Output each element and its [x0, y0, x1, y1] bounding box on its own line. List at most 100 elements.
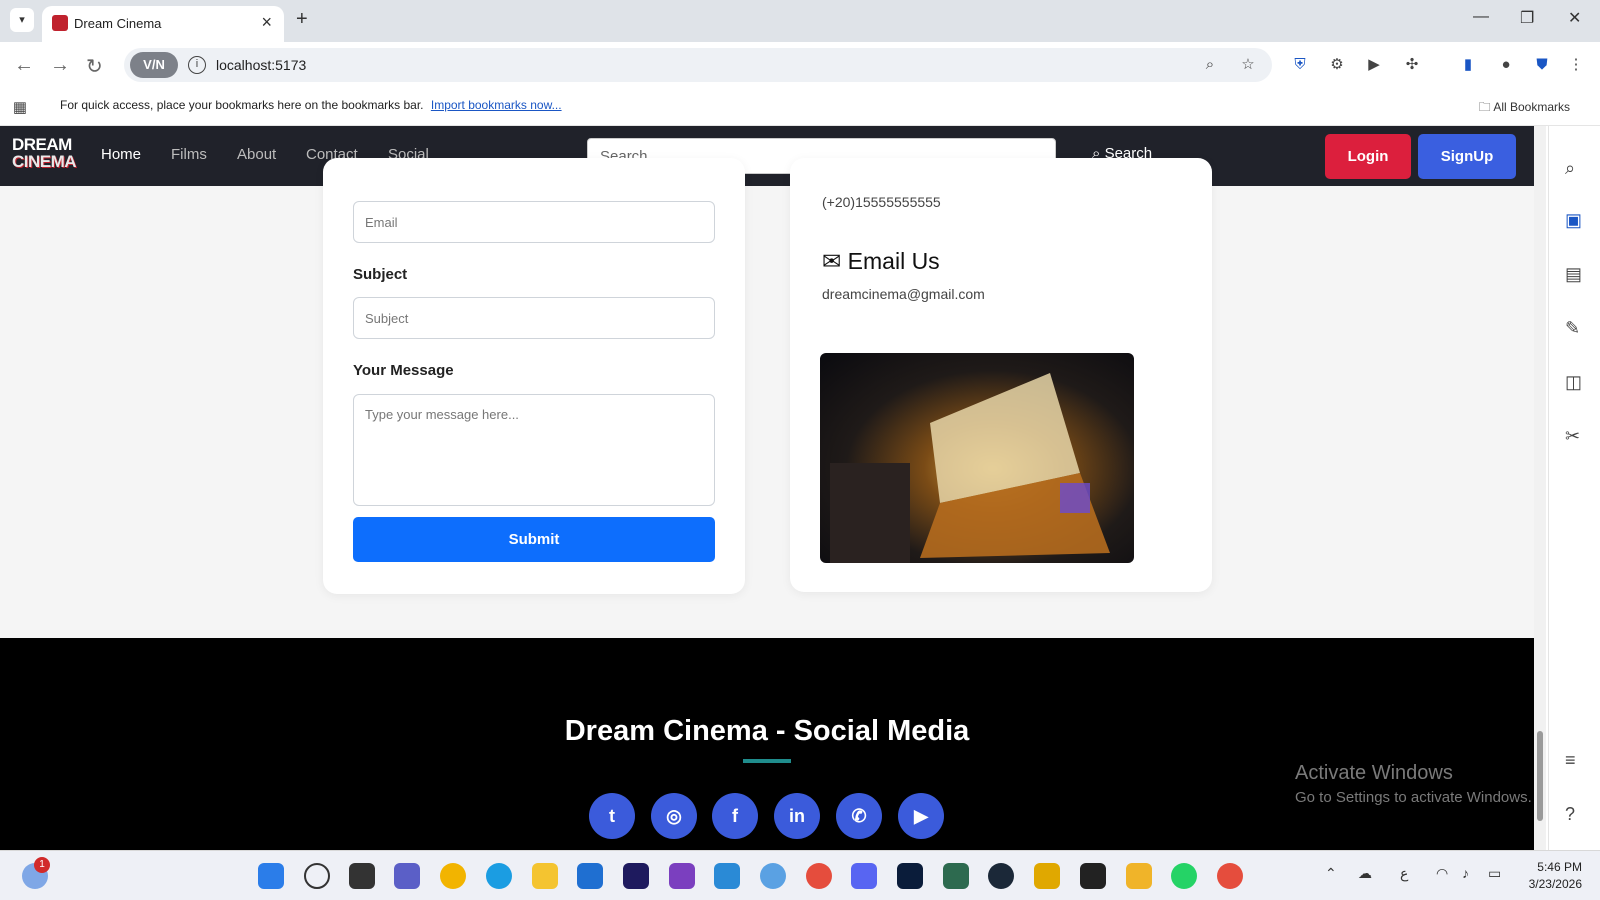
phone-number: (+20)15555555555: [822, 194, 941, 210]
vpn-badge[interactable]: V/N: [130, 52, 178, 78]
side-help-icon[interactable]: ?: [1565, 804, 1575, 825]
tab-title: Dream Cinema: [74, 16, 162, 31]
side-search-icon[interactable]: ⌕: [1565, 158, 1575, 179]
clock-time: 5:46 PM: [1537, 860, 1582, 874]
reload-icon[interactable]: ↻: [86, 54, 103, 79]
volume-icon[interactable]: ♪: [1462, 865, 1469, 881]
nav-about[interactable]: About: [237, 146, 276, 163]
visual-studio-icon[interactable]: [669, 863, 695, 889]
close-window-icon[interactable]: ✕: [1568, 8, 1581, 28]
subject-field[interactable]: [353, 297, 715, 339]
apps-grid-icon[interactable]: ▦: [10, 98, 30, 118]
vscode-icon[interactable]: [714, 863, 740, 889]
contact-form-card: Subject Your Message Submit: [323, 158, 745, 594]
activate-subtitle: Go to Settings to activate Windows.: [1295, 789, 1532, 806]
extension-shield-icon[interactable]: ⛨: [1290, 55, 1310, 75]
app-icon-2[interactable]: [943, 863, 969, 889]
site-logo[interactable]: DREAM CINEMA: [12, 135, 77, 171]
nav-films[interactable]: Films: [171, 146, 207, 163]
restore-icon[interactable]: ❐: [1520, 8, 1534, 28]
whatsapp-app-icon[interactable]: [1171, 863, 1197, 889]
extensions-puzzle-icon[interactable]: ✣: [1402, 55, 1422, 75]
whatsapp-icon[interactable]: ✆: [836, 793, 882, 839]
linkedin-icon[interactable]: in: [774, 793, 820, 839]
tab-list-button[interactable]: ▾: [10, 8, 34, 32]
teams-icon[interactable]: [394, 863, 420, 889]
start-icon[interactable]: [258, 863, 284, 889]
app-icon-4[interactable]: [1126, 863, 1152, 889]
cinema-photo: [820, 353, 1134, 563]
facebook-icon[interactable]: f: [712, 793, 758, 839]
steam-icon[interactable]: [988, 863, 1014, 889]
battery-icon[interactable]: ▭: [1488, 865, 1501, 882]
signup-button[interactable]: SignUp: [1418, 134, 1516, 179]
premiere-icon[interactable]: [623, 863, 649, 889]
app-icon[interactable]: [760, 863, 786, 889]
onedrive-icon[interactable]: ☁: [1358, 865, 1372, 882]
web-page: DREAM CINEMA Home Films About Contact So…: [0, 126, 1534, 850]
page-scrollbar[interactable]: [1534, 126, 1546, 850]
browser-tab[interactable]: Dream Cinema ×: [42, 6, 284, 42]
side-games-icon[interactable]: ◫: [1565, 372, 1582, 393]
footer-divider: [743, 759, 791, 763]
discord-icon[interactable]: [851, 863, 877, 889]
forward-icon[interactable]: →: [50, 54, 70, 77]
email-address: dreamcinema@gmail.com: [822, 286, 985, 302]
chrome-icon[interactable]: [806, 863, 832, 889]
side-tools-icon[interactable]: ✂: [1565, 426, 1580, 447]
all-bookmarks-label: All Bookmarks: [1493, 100, 1570, 114]
system-clock[interactable]: 5:46 PM 3/23/2026: [1529, 859, 1582, 893]
side-notes-icon[interactable]: ✎: [1565, 318, 1580, 339]
edge-icon[interactable]: [486, 863, 512, 889]
side-settings-icon[interactable]: ≡: [1565, 750, 1576, 771]
photoshop-icon[interactable]: [897, 863, 923, 889]
extension-translate-icon[interactable]: ⚙: [1327, 55, 1347, 75]
sidebar-toggle-icon[interactable]: ▮: [1458, 55, 1478, 75]
language-icon[interactable]: ع: [1400, 865, 1408, 882]
minimize-icon[interactable]: —: [1473, 8, 1489, 26]
vpn-shield-icon[interactable]: ⛊: [1532, 55, 1552, 75]
login-button[interactable]: Login: [1325, 134, 1411, 179]
instagram-icon[interactable]: ◎: [651, 793, 697, 839]
file-explorer-icon[interactable]: [532, 863, 558, 889]
store-icon[interactable]: [577, 863, 603, 889]
extension-video-icon[interactable]: ▶: [1364, 55, 1384, 75]
wifi-icon[interactable]: ◠: [1436, 865, 1448, 882]
zoom-icon[interactable]: ⌕: [1200, 55, 1220, 75]
import-bookmarks-link[interactable]: Import bookmarks now...: [431, 98, 562, 112]
twitter-icon[interactable]: t: [589, 793, 635, 839]
footer-title: Dream Cinema - Social Media: [564, 715, 970, 747]
address-bar[interactable]: V/N i localhost:5173 ⌕ ☆: [124, 48, 1272, 82]
url-text[interactable]: localhost:5173: [216, 57, 306, 73]
all-bookmarks-button[interactable]: 🗀 All Bookmarks: [1479, 98, 1570, 119]
side-chat-icon[interactable]: ▣: [1565, 210, 1582, 231]
profile-icon[interactable]: ●: [1496, 55, 1516, 75]
task-view-icon[interactable]: [349, 863, 375, 889]
tray-chevron-icon[interactable]: ⌃: [1325, 865, 1337, 882]
activate-title: Activate Windows: [1295, 762, 1453, 784]
chrome-profile-icon[interactable]: [1217, 863, 1243, 889]
logo-top: DREAM: [12, 135, 72, 154]
bookmarks-message-text: For quick access, place your bookmarks h…: [60, 98, 424, 112]
close-tab-icon[interactable]: ×: [261, 12, 272, 33]
message-field[interactable]: [353, 394, 715, 506]
logo-bottom: CINEMA: [12, 152, 77, 171]
new-tab-icon[interactable]: +: [296, 8, 308, 31]
figma-icon[interactable]: [1080, 863, 1106, 889]
browser-side-panel: ⌕ ▣ ▤ ✎ ◫ ✂ ≡ ?: [1548, 126, 1600, 850]
side-calculator-icon[interactable]: ▤: [1565, 264, 1582, 285]
youtube-icon[interactable]: ▶: [898, 793, 944, 839]
back-icon[interactable]: ←: [14, 54, 34, 77]
browser-tab-bar: ▾ Dream Cinema × + — ❐ ✕: [0, 0, 1600, 42]
taskbar-search-icon[interactable]: [304, 863, 330, 889]
email-field[interactable]: [353, 201, 715, 243]
nav-home[interactable]: Home: [101, 146, 141, 163]
scrollbar-thumb[interactable]: [1537, 731, 1543, 821]
site-info-icon[interactable]: i: [188, 56, 206, 74]
contact-info-card: (+20)15555555555 ✉ Email Us dreamcinema@…: [790, 158, 1212, 592]
bookmark-star-icon[interactable]: ☆: [1238, 55, 1258, 75]
browser-menu-icon[interactable]: ⋮: [1566, 55, 1586, 75]
submit-button[interactable]: Submit: [353, 517, 715, 562]
app-icon-3[interactable]: [1034, 863, 1060, 889]
browser-app-icon[interactable]: [440, 863, 466, 889]
